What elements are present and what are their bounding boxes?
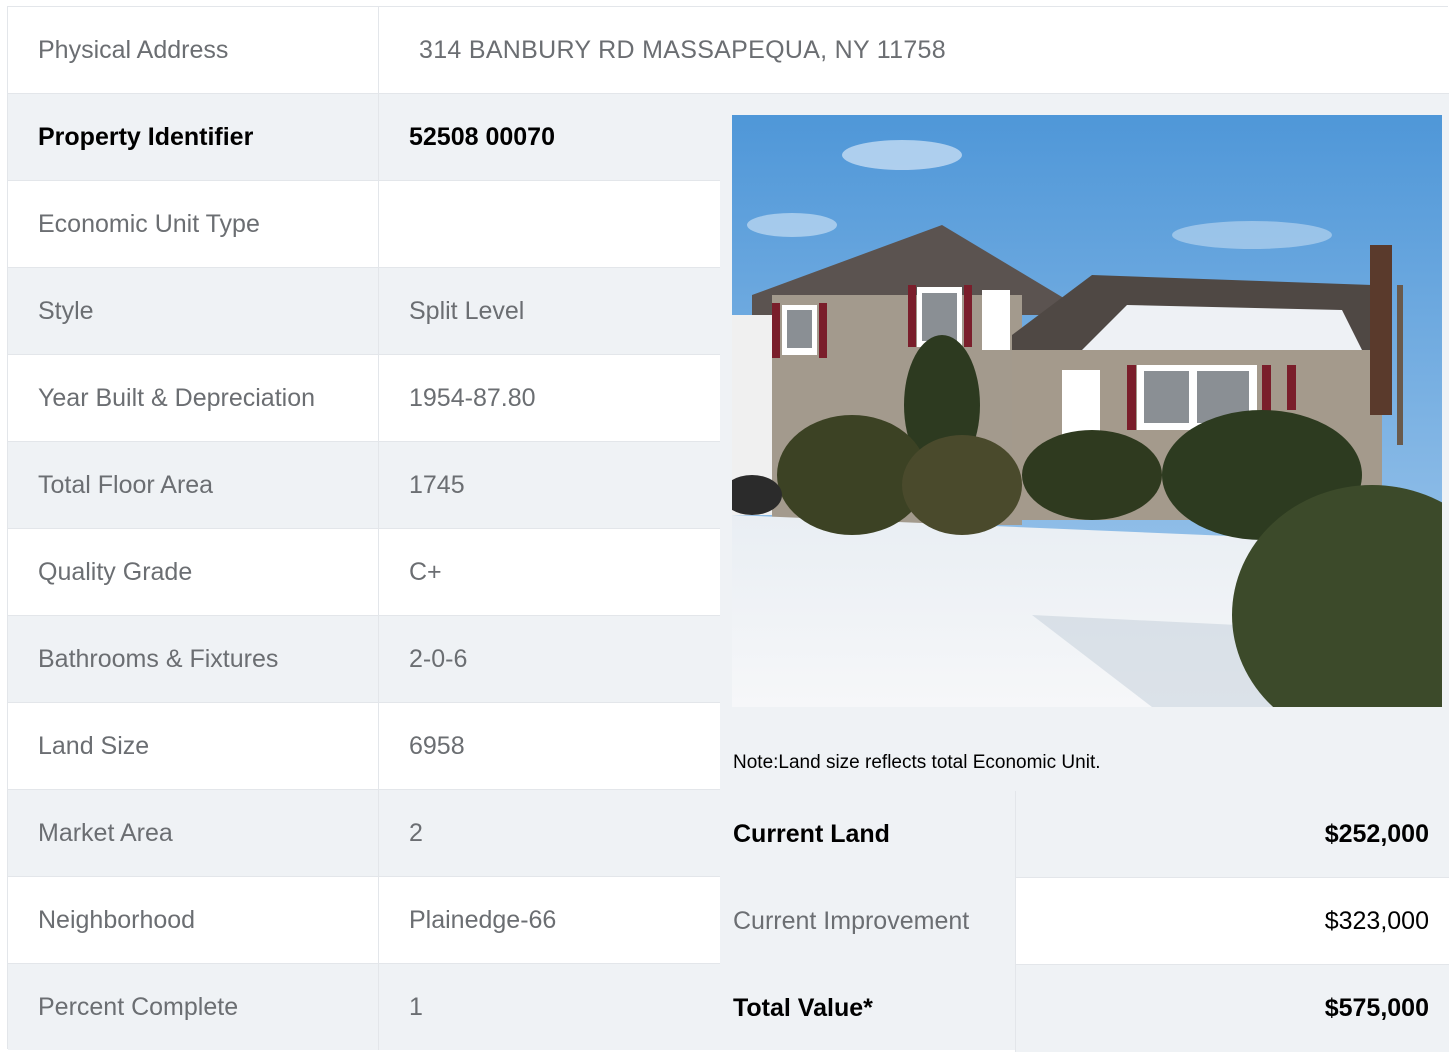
total-value-value: $575,000 bbox=[1015, 965, 1449, 1052]
economic-unit-type-value bbox=[379, 181, 720, 268]
year-built-value: 1954-87.80 bbox=[379, 355, 720, 442]
percent-complete-value: 1 bbox=[379, 964, 720, 1050]
land-size-value: 6958 bbox=[379, 703, 720, 790]
style-label: Style bbox=[8, 268, 379, 355]
market-area-label: Market Area bbox=[8, 790, 379, 877]
physical-address-value: 314 BANBURY RD MASSAPEQUA, NY 11758 bbox=[379, 7, 1449, 94]
market-area-value: 2 bbox=[379, 790, 720, 877]
current-improvement-label: Current Improvement bbox=[733, 907, 970, 935]
land-size-note: Note:Land size reflects total Economic U… bbox=[733, 752, 1101, 773]
valuation-panel: Note:Land size reflects total Economic U… bbox=[720, 94, 1449, 1052]
house-photo[interactable] bbox=[732, 115, 1442, 707]
current-improvement-value: $323,000 bbox=[1015, 878, 1449, 965]
house-photo-icon bbox=[732, 115, 1442, 707]
bathrooms-fixtures-value: 2-0-6 bbox=[379, 616, 720, 703]
economic-unit-type-label: Economic Unit Type bbox=[8, 181, 379, 268]
quality-grade-value: C+ bbox=[379, 529, 720, 616]
current-land-label: Current Land bbox=[733, 820, 890, 848]
current-land-value: $252,000 bbox=[1015, 791, 1449, 878]
physical-address-label: Physical Address bbox=[8, 7, 379, 94]
total-value-label: Total Value* bbox=[733, 994, 873, 1022]
neighborhood-value: Plainedge-66 bbox=[379, 877, 720, 964]
neighborhood-label: Neighborhood bbox=[8, 877, 379, 964]
total-floor-area-value: 1745 bbox=[379, 442, 720, 529]
property-identifier-label: Property Identifier bbox=[8, 94, 379, 181]
land-size-label: Land Size bbox=[8, 703, 379, 790]
style-value: Split Level bbox=[379, 268, 720, 355]
quality-grade-label: Quality Grade bbox=[8, 529, 379, 616]
percent-complete-label: Percent Complete bbox=[8, 964, 379, 1050]
bathrooms-fixtures-label: Bathrooms & Fixtures bbox=[8, 616, 379, 703]
year-built-label: Year Built & Depreciation bbox=[8, 355, 379, 442]
property-record-table: Physical Address 314 BANBURY RD MASSAPEQ… bbox=[7, 6, 1449, 1052]
total-floor-area-label: Total Floor Area bbox=[8, 442, 379, 529]
property-identifier-value: 52508 00070 bbox=[379, 94, 720, 181]
